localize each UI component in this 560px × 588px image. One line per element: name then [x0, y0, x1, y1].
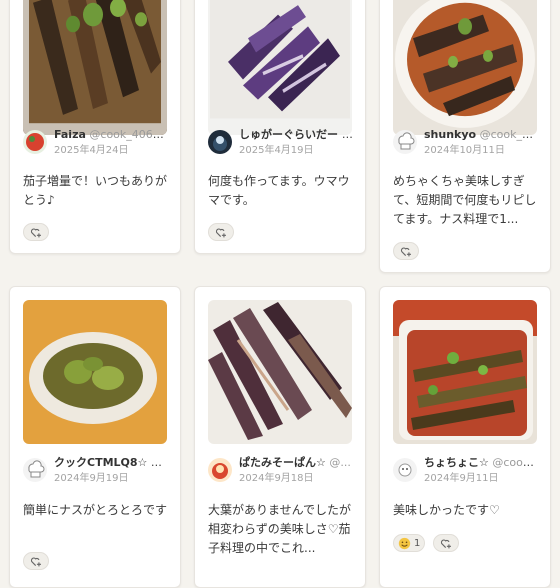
review-comment: 簡単にナスがとろとろです: [23, 503, 168, 517]
author-name[interactable]: Faiza: [54, 128, 86, 141]
reaction-bar: [23, 552, 52, 572]
review-comment: 何度も作ってます。ウマウマです。: [208, 174, 350, 207]
author-handle: @cook...: [492, 456, 539, 469]
add-reaction-button[interactable]: [23, 223, 49, 241]
review-photo[interactable]: [393, 0, 537, 135]
review-photo[interactable]: [393, 300, 537, 444]
review-comment: 茄子増量で！いつもありがとう♪: [23, 174, 168, 207]
review-photo[interactable]: [23, 300, 167, 444]
heart-plus-icon: [30, 557, 41, 566]
smile-emoji-icon: [398, 537, 411, 549]
avatar[interactable]: [393, 130, 417, 154]
reaction-smile-button[interactable]: 1: [393, 534, 426, 552]
avatar[interactable]: [23, 130, 47, 154]
review-photo[interactable]: [208, 0, 352, 135]
review-date: 2025年4月24日: [54, 145, 129, 156]
author-name[interactable]: クックCTMLQ8☆: [54, 456, 147, 469]
review-card-3[interactable]: shunkyo @cook_40... 2024年10月11日 めちゃくちゃ美味…: [379, 0, 551, 273]
reaction-bar: [23, 223, 52, 243]
reaction-bar: 1: [393, 534, 462, 554]
avatar[interactable]: [23, 458, 47, 482]
add-reaction-button[interactable]: [433, 534, 460, 552]
heart-plus-icon: [30, 228, 41, 237]
author-name[interactable]: しゅがーぐらいだー ...: [239, 128, 354, 141]
review-card-1[interactable]: Faiza @cook_40650... 2025年4月24日 茄子増量で！いつ…: [9, 0, 181, 254]
avatar[interactable]: [208, 458, 232, 482]
heart-plus-icon: [400, 247, 411, 256]
review-card-5[interactable]: ぱたみそーぱん☆ @... 2024年9月18日 大葉がありませんでしたが相変わ…: [194, 286, 366, 588]
add-reaction-button[interactable]: [23, 552, 49, 570]
author-name[interactable]: ぱたみそーぱん☆: [239, 456, 326, 469]
avatar[interactable]: [208, 130, 232, 154]
add-reaction-button[interactable]: [208, 223, 234, 241]
avatar[interactable]: [393, 458, 417, 482]
author-name[interactable]: shunkyo: [424, 128, 476, 141]
review-date: 2024年9月11日: [424, 473, 499, 484]
author-handle: @...: [150, 456, 169, 469]
review-date: 2024年10月11日: [424, 145, 505, 156]
heart-plus-icon: [440, 539, 451, 548]
review-date: 2025年4月19日: [239, 145, 314, 156]
review-date: 2024年9月19日: [54, 473, 129, 484]
author-name[interactable]: ちょちょこ☆: [424, 456, 489, 469]
heart-plus-icon: [215, 228, 226, 237]
author-handle: @cook_40...: [479, 128, 539, 141]
review-comment: めちゃくちゃ美味しすぎて、短期間で何度もリピしてます。ナス料理で1...: [393, 174, 537, 226]
reaction-count: 1: [414, 537, 421, 549]
review-card-6[interactable]: ちょちょこ☆ @cook... 2024年9月11日 美味しかったです♡ 1: [379, 286, 551, 588]
author-handle: @cook_40650...: [89, 128, 169, 141]
review-card-2[interactable]: しゅがーぐらいだー ... 2025年4月19日 何度も作ってます。ウマウマです…: [194, 0, 366, 254]
review-comment: 大葉がありませんでしたが相変わらずの美味しさ♡茄子料理の中でこれ...: [208, 503, 352, 555]
reaction-bar: [208, 223, 237, 243]
review-photo[interactable]: [208, 300, 352, 444]
review-date: 2024年9月18日: [239, 473, 314, 484]
author-handle: @...: [329, 456, 351, 469]
review-photo[interactable]: [23, 0, 167, 135]
add-reaction-button[interactable]: [393, 242, 419, 260]
review-comment: 美味しかったです♡: [393, 503, 500, 517]
reaction-bar: [393, 242, 422, 262]
review-card-4[interactable]: クックCTMLQ8☆ @... 2024年9月19日 簡単にナスがとろとろです: [9, 286, 181, 588]
